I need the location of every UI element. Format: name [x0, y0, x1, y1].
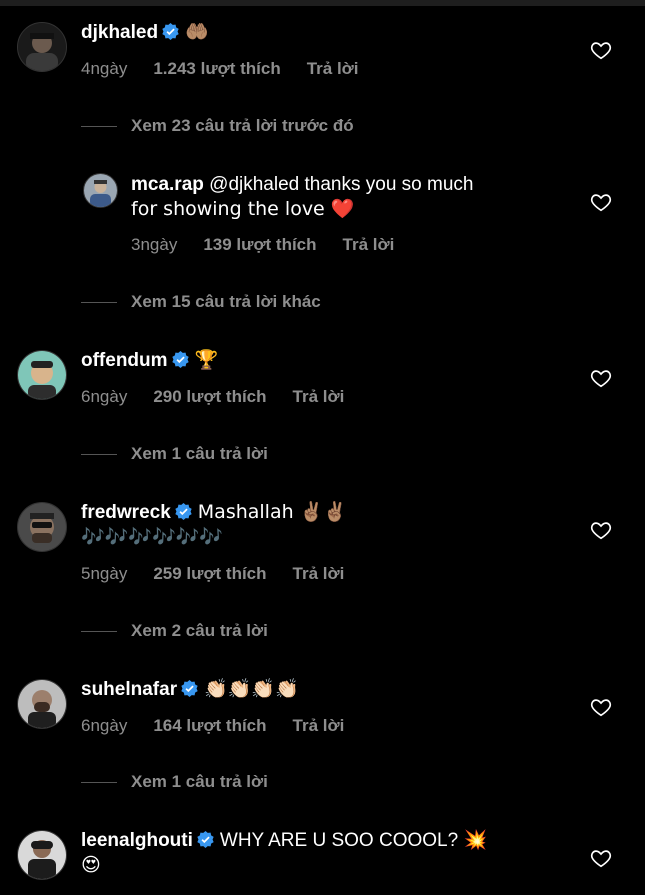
view-more-replies-button[interactable]: Xem 1 câu trả lời [81, 772, 268, 792]
comment-time: 3ngày [131, 235, 178, 254]
comment-text-line2: 🎶🎶🎶🎶🎶🎶 [81, 526, 223, 548]
avatar[interactable] [83, 173, 118, 208]
comment-text: WHY ARE U SOO COOOL? 💥 [219, 830, 488, 851]
avatar[interactable] [17, 22, 67, 72]
comment-text-line2: 😍 [81, 854, 101, 876]
divider-dash [81, 782, 117, 784]
like-count[interactable]: 290 lượt thích [153, 387, 266, 406]
top-divider [0, 0, 645, 6]
heart-icon[interactable] [590, 696, 612, 718]
reply-button[interactable]: Trả lời [293, 564, 345, 583]
view-more-label: Xem 23 câu trả lời trước đó [131, 116, 354, 135]
comment-text: 🤲🏽 [185, 21, 209, 43]
view-more-label: Xem 1 câu trả lời [131, 444, 268, 463]
username[interactable]: offendum [81, 350, 168, 371]
divider-dash [81, 126, 117, 128]
view-more-label: Xem 2 câu trả lời [131, 621, 268, 640]
username[interactable]: mca.rap [131, 174, 204, 195]
comment-text-line2: for showing the love ❤️ [131, 198, 355, 220]
view-more-replies-button[interactable]: Xem 15 câu trả lời khác [81, 292, 321, 312]
divider-dash [81, 302, 117, 304]
comment-time: 5ngày [81, 564, 128, 583]
view-more-label: Xem 15 câu trả lời khác [131, 292, 321, 311]
comment-text: 🏆 [194, 349, 219, 371]
username[interactable]: suhelnafar [81, 679, 177, 700]
username[interactable]: djkhaled [81, 22, 158, 43]
reply-button[interactable]: Trả lời [293, 387, 345, 406]
view-more-replies-button[interactable]: Xem 2 câu trả lời [81, 621, 268, 641]
divider-dash [81, 454, 117, 456]
view-more-label: Xem 1 câu trả lời [131, 772, 268, 791]
like-count[interactable]: 259 lượt thích [153, 564, 266, 583]
verified-badge-icon [197, 831, 214, 848]
avatar[interactable] [17, 350, 67, 400]
view-more-replies-button[interactable]: Xem 23 câu trả lời trước đó [81, 116, 354, 136]
avatar[interactable] [17, 502, 67, 552]
like-count[interactable]: 1.243 lượt thích [153, 59, 280, 78]
heart-icon[interactable] [590, 847, 612, 869]
reply-button[interactable]: Trả lời [293, 716, 345, 735]
comment-text: @djkhaled thanks you so much [209, 174, 474, 195]
heart-icon[interactable] [590, 39, 612, 61]
reply-button[interactable]: Trả lời [307, 59, 359, 78]
reply-button[interactable]: Trả lời [343, 235, 395, 254]
heart-icon[interactable] [590, 191, 612, 213]
verified-badge-icon [171, 351, 189, 368]
like-count[interactable]: 139 lượt thích [203, 235, 316, 254]
like-count[interactable]: 164 lượt thích [153, 716, 266, 735]
verified-badge-icon [162, 23, 179, 40]
heart-icon[interactable] [590, 519, 612, 541]
comment-text: 👏🏻👏🏻👏🏻👏🏻 [204, 678, 299, 700]
comment-time: 6ngày [81, 387, 128, 406]
username[interactable]: fredwreck [81, 502, 171, 523]
heart-icon[interactable] [590, 367, 612, 389]
divider-dash [81, 631, 117, 633]
view-more-replies-button[interactable]: Xem 1 câu trả lời [81, 444, 268, 464]
avatar[interactable] [17, 830, 67, 880]
verified-badge-icon [181, 680, 198, 697]
comment-time: 6ngày [81, 716, 128, 735]
avatar[interactable] [17, 679, 67, 729]
username[interactable]: leenalghouti [81, 830, 193, 851]
comment-time: 4ngày [81, 59, 128, 78]
verified-badge-icon [175, 503, 192, 520]
comment-text: Mashallah ✌🏽✌🏽 [197, 501, 347, 523]
